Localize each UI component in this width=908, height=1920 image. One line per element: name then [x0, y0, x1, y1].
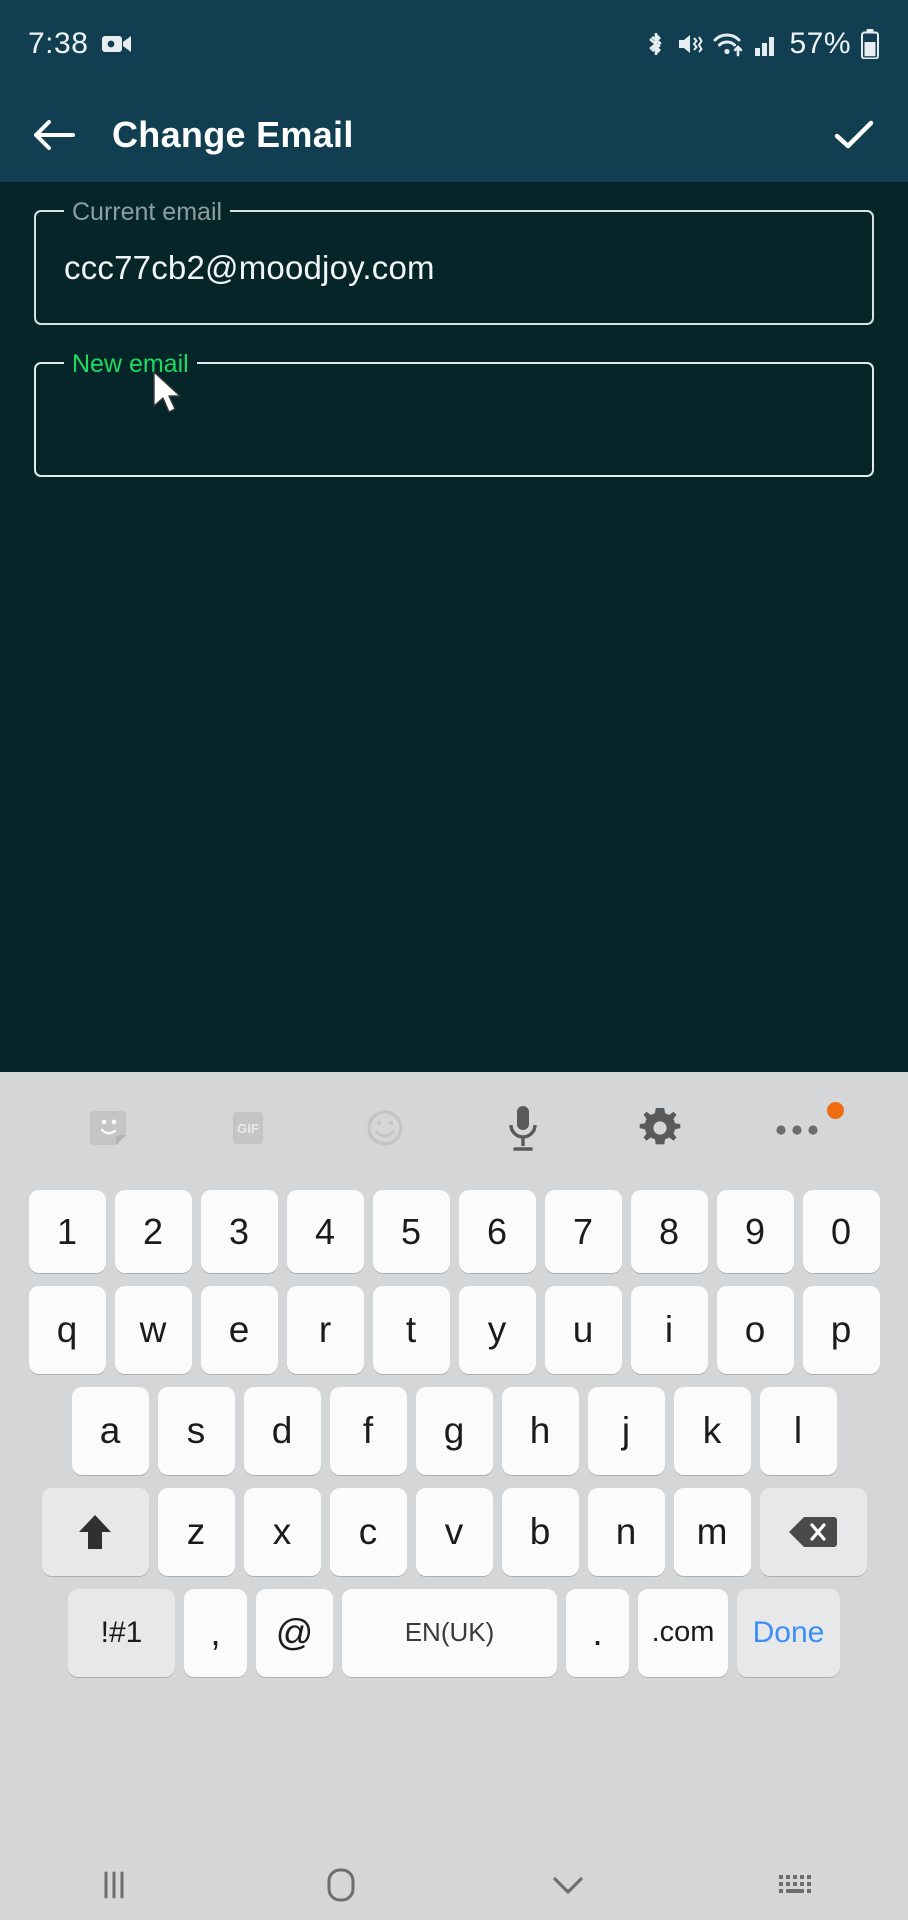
key-j[interactable]: j [587, 1386, 665, 1475]
status-bar-right: 57% [645, 27, 880, 61]
dotcom-key[interactable]: .com [638, 1588, 728, 1677]
key-1[interactable]: 1 [28, 1190, 106, 1273]
chevron-down-icon [550, 1871, 586, 1899]
key-u[interactable]: u [544, 1285, 622, 1374]
page-title: Change Email [112, 114, 354, 155]
overflow-badge-dot [826, 1102, 844, 1119]
status-bar-clock: 7:38 [28, 27, 89, 60]
confirm-button[interactable] [826, 107, 882, 163]
key-b[interactable]: b [501, 1487, 579, 1576]
done-key[interactable]: Done [737, 1588, 840, 1677]
keyboard-row-function: !#1 , @ EN(UK) . .com Done [6, 1582, 902, 1683]
svg-text:GIF: GIF [237, 1121, 259, 1136]
key-8[interactable]: 8 [630, 1190, 708, 1273]
keyboard-row-top: q w e r t y u i o p [6, 1279, 902, 1380]
key-w[interactable]: w [114, 1285, 192, 1374]
period-key[interactable]: . [566, 1588, 629, 1677]
microphone-icon[interactable] [454, 1072, 591, 1184]
recents-button[interactable] [0, 1850, 227, 1920]
gif-icon[interactable]: GIF [179, 1072, 316, 1184]
keyboard-row-home: a s d f g h j k l [6, 1380, 902, 1481]
key-v[interactable]: v [415, 1487, 493, 1576]
new-email-input-box[interactable]: New email [34, 349, 874, 477]
key-p[interactable]: p [802, 1285, 880, 1374]
current-email-field[interactable]: Current email ccc77cb2@moodjoy.com [34, 197, 874, 325]
keyboard-toolbar: GIF [0, 1072, 908, 1184]
key-c[interactable]: c [329, 1487, 407, 1576]
comma-key[interactable]: , [184, 1588, 247, 1677]
key-i[interactable]: i [630, 1285, 708, 1374]
on-screen-keyboard: GIF 1 2 3 4 5 6 7 8 9 0 q w e r t y u i … [0, 1072, 908, 1850]
keyboard-icon [775, 1870, 815, 1900]
phone-screen: 7:38 57% Change Email Current email ccc7… [0, 0, 908, 1920]
keyboard-row-numbers: 1 2 3 4 5 6 7 8 9 0 [6, 1184, 902, 1279]
key-n[interactable]: n [587, 1487, 665, 1576]
key-y[interactable]: y [458, 1285, 536, 1374]
switch-keyboard-button[interactable] [681, 1850, 908, 1920]
battery-percent-label: 57% [789, 27, 851, 60]
key-q[interactable]: q [28, 1285, 106, 1374]
arrow-left-icon [31, 117, 77, 153]
arrow-up-icon [75, 1511, 115, 1553]
key-3[interactable]: 3 [200, 1190, 278, 1273]
shift-key[interactable] [41, 1487, 149, 1576]
key-h[interactable]: h [501, 1386, 579, 1475]
key-9[interactable]: 9 [716, 1190, 794, 1273]
new-email-field[interactable]: New email [34, 349, 874, 477]
hide-keyboard-button[interactable] [454, 1850, 681, 1920]
home-icon [324, 1866, 358, 1904]
at-key[interactable]: @ [256, 1588, 333, 1677]
key-t[interactable]: t [372, 1285, 450, 1374]
key-x[interactable]: x [243, 1487, 321, 1576]
system-navigation-bar [0, 1850, 908, 1920]
key-a[interactable]: a [71, 1386, 149, 1475]
key-g[interactable]: g [415, 1386, 493, 1475]
backspace-key[interactable] [759, 1487, 867, 1576]
emoji-icon[interactable] [317, 1072, 454, 1184]
keyboard-row-bottom: z x c v b n m [6, 1481, 902, 1582]
sticker-icon[interactable] [42, 1072, 179, 1184]
current-email-label: Current email [64, 197, 231, 227]
new-email-label: New email [64, 349, 197, 379]
key-d[interactable]: d [243, 1386, 321, 1475]
key-z[interactable]: z [157, 1487, 235, 1576]
video-camera-icon [102, 33, 132, 55]
battery-icon [860, 29, 880, 60]
app-bar: Change Email [0, 88, 908, 182]
space-key[interactable]: EN(UK) [342, 1588, 557, 1677]
bluetooth-icon [645, 29, 667, 59]
key-s[interactable]: s [157, 1386, 235, 1475]
key-5[interactable]: 5 [372, 1190, 450, 1273]
current-email-value: ccc77cb2@moodjoy.com [64, 248, 435, 286]
status-bar: 7:38 57% [0, 0, 908, 88]
check-icon [832, 117, 876, 153]
status-bar-left: 7:38 [28, 27, 132, 61]
key-6[interactable]: 6 [458, 1190, 536, 1273]
backspace-icon [788, 1514, 838, 1550]
overflow-menu-icon[interactable] [729, 1072, 866, 1184]
gear-icon[interactable] [591, 1072, 728, 1184]
key-e[interactable]: e [200, 1285, 278, 1374]
key-r[interactable]: r [286, 1285, 364, 1374]
recents-icon [99, 1868, 129, 1902]
content-area: Current email ccc77cb2@moodjoy.com New e… [0, 182, 908, 1072]
key-7[interactable]: 7 [544, 1190, 622, 1273]
wifi-icon [713, 30, 745, 58]
back-button[interactable] [26, 107, 82, 163]
key-0[interactable]: 0 [802, 1190, 880, 1273]
cellular-signal-icon [754, 31, 780, 57]
vibrate-mute-icon [676, 30, 704, 58]
current-email-input-box[interactable]: Current email ccc77cb2@moodjoy.com [34, 197, 874, 325]
key-m[interactable]: m [673, 1487, 751, 1576]
key-l[interactable]: l [759, 1386, 837, 1475]
keyboard-key-rows: 1 2 3 4 5 6 7 8 9 0 q w e r t y u i o p … [0, 1184, 908, 1683]
key-2[interactable]: 2 [114, 1190, 192, 1273]
key-f[interactable]: f [329, 1386, 407, 1475]
symbols-key[interactable]: !#1 [68, 1588, 175, 1677]
key-4[interactable]: 4 [286, 1190, 364, 1273]
key-k[interactable]: k [673, 1386, 751, 1475]
key-o[interactable]: o [716, 1285, 794, 1374]
home-button[interactable] [227, 1850, 454, 1920]
